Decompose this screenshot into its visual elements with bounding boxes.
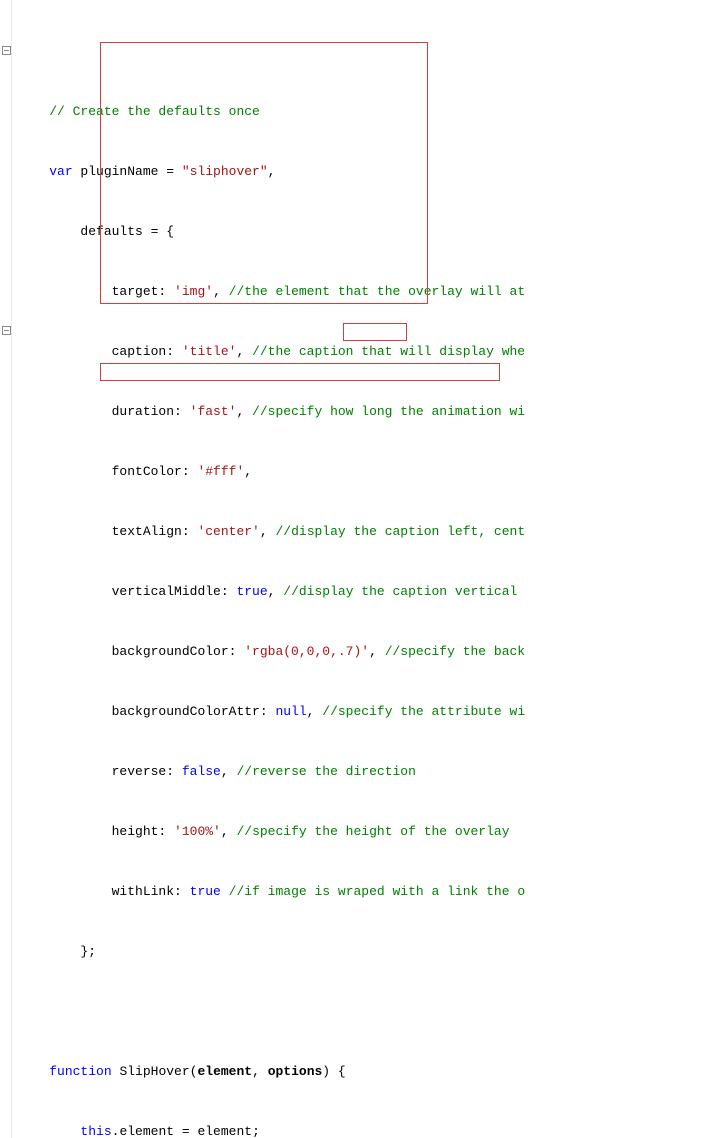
code-area[interactable]: // Create the defaults once var pluginNa…: [18, 62, 716, 1138]
comment: //the element that the overlay will at: [229, 284, 525, 299]
blank-line: [18, 1002, 716, 1022]
text: caption:: [112, 344, 182, 359]
comment: //if image is wraped with a link the o: [229, 884, 525, 899]
string: 'title': [182, 344, 237, 359]
text: reverse:: [112, 764, 182, 779]
gutter: [0, 0, 12, 1138]
comment: // Create the defaults once: [49, 104, 260, 119]
literal: true: [190, 884, 221, 899]
text: verticalMiddle:: [112, 584, 237, 599]
text: };: [80, 944, 96, 959]
text: ) {: [322, 1064, 345, 1079]
fold-marker-icon[interactable]: [2, 326, 11, 335]
literal: true: [236, 584, 267, 599]
text: backgroundColorAttr:: [112, 704, 276, 719]
text: ,: [268, 584, 284, 599]
string: '100%': [174, 824, 221, 839]
keyword-function: function: [49, 1064, 111, 1079]
string: 'center': [197, 524, 259, 539]
text: duration:: [112, 404, 190, 419]
text: ,: [221, 764, 237, 779]
text: ,: [236, 344, 252, 359]
text: ,: [260, 524, 276, 539]
text: ,: [252, 1064, 268, 1079]
code-editor[interactable]: // Create the defaults once var pluginNa…: [0, 0, 716, 1138]
literal: false: [182, 764, 221, 779]
string: "sliphover": [182, 164, 268, 179]
text: pluginName =: [73, 164, 182, 179]
text: ,: [213, 284, 229, 299]
comment: //display the caption vertical: [283, 584, 525, 599]
text: withLink:: [112, 884, 190, 899]
literal: null: [275, 704, 306, 719]
text: ,: [244, 464, 252, 479]
text: ,: [369, 644, 385, 659]
text: target:: [112, 284, 174, 299]
string: '#fff': [197, 464, 244, 479]
text: height:: [112, 824, 174, 839]
text: [221, 884, 229, 899]
keyword-this: this: [80, 1124, 111, 1138]
text: ,: [221, 824, 237, 839]
text: ,: [268, 164, 276, 179]
param-options: options: [268, 1064, 323, 1079]
text: .element = element;: [112, 1124, 260, 1138]
fold-marker-icon[interactable]: [2, 46, 11, 55]
text: SlipHover(: [112, 1064, 198, 1079]
text: ,: [307, 704, 323, 719]
string: 'img': [174, 284, 213, 299]
keyword-var: var: [49, 164, 72, 179]
text: ,: [236, 404, 252, 419]
string: 'fast': [190, 404, 237, 419]
comment: //specify how long the animation wi: [252, 404, 525, 419]
comment: //display the caption left, cent: [275, 524, 525, 539]
text: fontColor:: [112, 464, 198, 479]
comment: //reverse the direction: [236, 764, 415, 779]
comment: //specify the height of the overlay: [236, 824, 517, 839]
param-element: element: [197, 1064, 252, 1079]
comment: //specify the attribute wi: [322, 704, 525, 719]
comment: //specify the back: [385, 644, 525, 659]
string: 'rgba(0,0,0,.7)': [244, 644, 369, 659]
text: backgroundColor:: [112, 644, 245, 659]
text: textAlign:: [112, 524, 198, 539]
text: defaults = {: [80, 224, 174, 239]
comment: //the caption that will display whe: [252, 344, 525, 359]
